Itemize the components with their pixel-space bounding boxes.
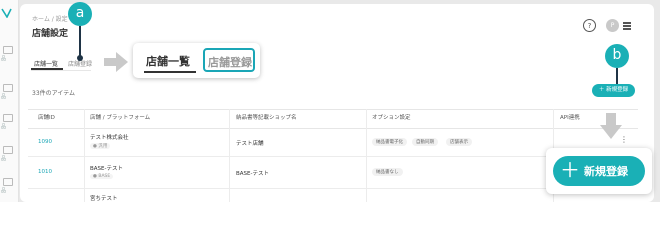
- active-tab-underline: [31, 68, 63, 70]
- callout-a-badge: a: [68, 2, 92, 26]
- store-id-link[interactable]: 1010: [38, 169, 52, 175]
- column-header-shop-name[interactable]: 納品書等記載ショップ名: [236, 113, 297, 121]
- option-badge: 自動同期: [412, 138, 438, 146]
- logo-icon: [1, 8, 12, 18]
- new-register-button[interactable]: ＋ 新規登録: [592, 84, 635, 97]
- sidebar-item-label: 品: [1, 94, 7, 100]
- column-header-store-platform[interactable]: 店舗 / プラットフォーム: [90, 113, 150, 121]
- callout-a-pointer: [79, 26, 81, 57]
- platform-badge: ● 汎用: [90, 143, 111, 149]
- sidebar-item-label: 品: [1, 156, 7, 162]
- sidebar-icon-5[interactable]: [3, 178, 13, 186]
- store-name: 宮ちテスト: [90, 196, 118, 202]
- menu-icon[interactable]: [623, 22, 631, 30]
- sidebar-icon-4[interactable]: [3, 146, 13, 154]
- platform-badge: ● BASE: [90, 174, 114, 179]
- callout-a-pointer-dot: [77, 55, 83, 61]
- tab-divider: [31, 70, 91, 71]
- zoomed-new-register-label: 新規登録: [584, 165, 628, 178]
- zoomed-tab-store-list[interactable]: 店舗一覧: [146, 53, 190, 69]
- store-id-link[interactable]: 1090: [38, 139, 52, 145]
- help-icon[interactable]: ?: [583, 19, 596, 32]
- sidebar-item-label: 品: [1, 56, 7, 62]
- option-badge: 納品書なし: [372, 168, 403, 176]
- shop-name: テスト店舗: [236, 141, 264, 147]
- column-header-options[interactable]: オプション設定: [372, 113, 411, 121]
- store-name: BASE-テスト: [90, 166, 123, 172]
- sidebar-item-label: 品: [1, 124, 7, 130]
- sidebar-icon-3[interactable]: [3, 114, 13, 122]
- plus-icon: ＋: [560, 158, 580, 182]
- arrow-down-icon: [600, 113, 622, 139]
- arrow-right-icon: [104, 52, 128, 72]
- column-header-store-id[interactable]: 店舗ID: [38, 113, 55, 121]
- store-name: テスト株式会社: [90, 135, 129, 141]
- option-badge: 納品書電子化: [372, 138, 407, 146]
- sidebar-icon-1[interactable]: [3, 46, 13, 54]
- avatar[interactable]: P: [606, 19, 619, 32]
- zoomed-active-tab-underline: [144, 71, 196, 73]
- callout-b-pointer: [616, 68, 618, 84]
- option-badge: 店舗表示: [446, 138, 472, 146]
- sidebar-strip: 品 品 品 品 品: [0, 0, 19, 202]
- shop-name: BASE-テスト: [236, 171, 269, 177]
- item-count: 33件のアイテム: [32, 90, 76, 97]
- column-header-api[interactable]: API連携: [560, 113, 580, 121]
- tab-store-list[interactable]: 店舗一覧: [34, 59, 58, 68]
- zoomed-tab-store-register[interactable]: 店舗登録: [208, 54, 252, 70]
- sidebar-item-label: 品: [1, 188, 7, 194]
- page-title: 店舗設定: [32, 29, 69, 39]
- callout-b-badge: b: [605, 44, 629, 68]
- breadcrumb[interactable]: ホーム / 設定: [32, 14, 68, 23]
- sidebar-icon-2[interactable]: [3, 84, 13, 92]
